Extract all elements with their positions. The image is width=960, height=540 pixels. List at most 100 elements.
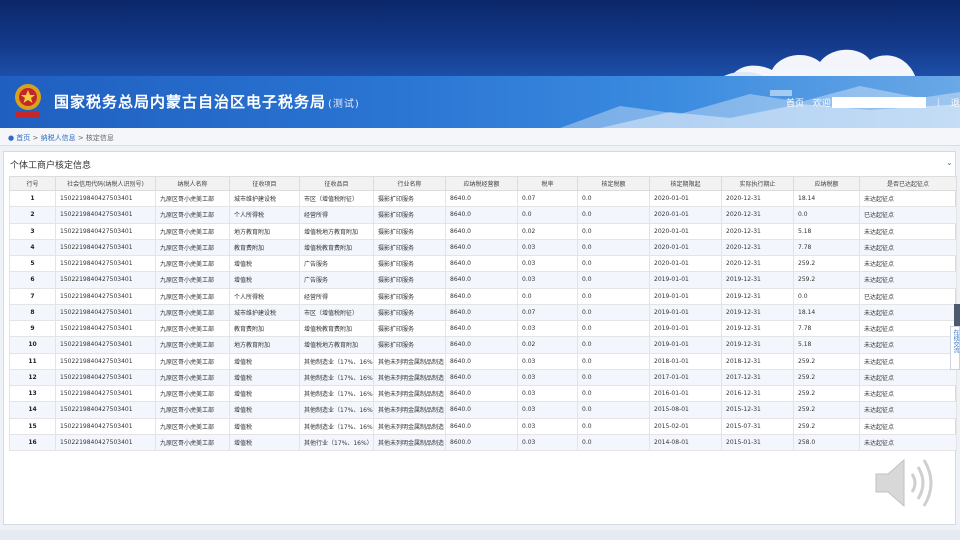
table-row[interactable]: 10 150221984042750340​1 九原区哥小虎美工部 地方教育附加 增值税… bbox=[9, 336, 957, 354]
table-cell: 150221984042750340​1 bbox=[55, 336, 156, 354]
table-cell: 0.0 bbox=[577, 271, 650, 289]
table-cell: 0.0 bbox=[577, 433, 650, 452]
table-cell: 2015-12-31 bbox=[721, 401, 794, 419]
table-row[interactable]: 11 150221984042750340​1 九原区哥小虎美工部 增值税 其他制造业（… bbox=[9, 352, 957, 370]
table-cell: 8640.0 bbox=[445, 319, 518, 338]
column-header: 行号 bbox=[9, 176, 56, 191]
nav-separator: | bbox=[936, 97, 940, 108]
table-cell: 0.0 bbox=[517, 287, 578, 305]
breadcrumb: ● 首页 > 纳税人信息 > 核定信息 bbox=[0, 128, 960, 146]
table-cell: 2019-01-01 bbox=[649, 336, 722, 354]
table-cell: 150221984042750340​1 bbox=[55, 254, 156, 273]
breadcrumb-home[interactable]: 首页 bbox=[16, 134, 30, 142]
table-cell: 150221984042750340​1 bbox=[55, 303, 156, 322]
site-title: 国家税务总局内蒙古自治区电子税务局 (测试) bbox=[54, 91, 360, 112]
table-row[interactable]: 3 150221984042750340​1 九原区哥小虎美工部 地方教育附加 增值税地… bbox=[9, 222, 957, 240]
table-cell: 0.0 bbox=[577, 352, 650, 370]
table-row[interactable]: 5 150221984042750340​1 九原区哥小虎美工部 增值税 广告服务 摄影扩… bbox=[9, 254, 957, 273]
table-cell: 2019-12-31 bbox=[721, 287, 794, 305]
table-cell: 1 bbox=[9, 189, 56, 208]
table-row[interactable]: 12 150221984042750340​1 九原区哥小虎美工部 增值税 其他制造业（… bbox=[9, 368, 957, 387]
table-cell: 2020-01-01 bbox=[649, 206, 722, 224]
location-pin-icon: ● bbox=[8, 134, 15, 142]
table-cell: 8640.0 bbox=[445, 254, 518, 273]
table-cell: 摄影扩印服务 bbox=[373, 238, 446, 257]
table-cell: 增值税 bbox=[229, 352, 300, 370]
table-cell: 5.18 bbox=[793, 222, 860, 240]
table-cell: 7.78 bbox=[793, 238, 860, 257]
table-cell: 市区（增值税附征） bbox=[299, 189, 374, 208]
table-cell: 150221984042750340​1 bbox=[55, 271, 156, 289]
table-cell: 6 bbox=[9, 271, 56, 289]
table-cell: 2020-01-01 bbox=[649, 238, 722, 257]
table-row[interactable]: 15 150221984042750340​1 九原区哥小虎美工部 增值税 其他制造业（… bbox=[9, 417, 957, 435]
table-cell: 8 bbox=[9, 303, 56, 322]
chevron-down-icon[interactable]: ⌄ bbox=[946, 158, 953, 167]
table-cell: 经营所得 bbox=[299, 206, 374, 224]
table-row[interactable]: 14 150221984042750340​1 九原区哥小虎美工部 增值税 其他制造业（… bbox=[9, 401, 957, 419]
table-cell: 150221984042750340​1 bbox=[55, 352, 156, 370]
table-row[interactable]: 4 150221984042750340​1 九原区哥小虎美工部 教育费附加 增值税教育… bbox=[9, 238, 957, 257]
table-cell: 2020-12-31 bbox=[721, 222, 794, 240]
table-cell: 0.03 bbox=[517, 433, 578, 452]
table-cell: 增值税教育费附加 bbox=[299, 319, 374, 338]
table-cell: 其他制造业（17%、16%… bbox=[299, 417, 374, 435]
table-cell: 广告服务 bbox=[299, 271, 374, 289]
speaker-icon[interactable] bbox=[872, 452, 938, 514]
table-cell: 8640.0 bbox=[445, 287, 518, 305]
breadcrumb-current: 核定信息 bbox=[85, 134, 114, 142]
home-link[interactable]: 首页 bbox=[786, 96, 804, 109]
column-header: 税率 bbox=[517, 176, 578, 191]
table-cell: 未达起征点 bbox=[859, 271, 957, 289]
welcome-label: 欢迎 bbox=[812, 99, 831, 109]
table-cell: 7 bbox=[9, 287, 56, 305]
breadcrumb-taxpayer-info[interactable]: 纳税人信息 bbox=[41, 134, 76, 142]
table-cell: 150221984042750340​1 bbox=[55, 222, 156, 240]
table-cell: 其他未列明金属制品制造 bbox=[373, 352, 446, 370]
table-cell: 0.07 bbox=[517, 303, 578, 322]
online-chat-tab[interactable]: 在线交流 bbox=[950, 326, 960, 370]
table-cell: 未达起征点 bbox=[859, 384, 957, 403]
table-cell: 0.02 bbox=[517, 222, 578, 240]
table-row[interactable]: 16 150221984042750340​1 九原区哥小虎美工部 增值税 其他行业（1… bbox=[9, 433, 957, 452]
table-cell: 未达起征点 bbox=[859, 336, 957, 354]
table-cell: 2019-01-01 bbox=[649, 319, 722, 338]
table-cell: 摄影扩印服务 bbox=[373, 319, 446, 338]
table-cell: 0.0 bbox=[577, 319, 650, 338]
table-cell: 地方教育附加 bbox=[229, 336, 300, 354]
table-cell: 摄影扩印服务 bbox=[373, 222, 446, 240]
table-cell: 九原区哥小虎美工部 bbox=[155, 384, 230, 403]
table-cell: 0.03 bbox=[517, 401, 578, 419]
table-row[interactable]: 7 150221984042750340​1 九原区哥小虎美工部 个人所得税 经营所得摄… bbox=[9, 287, 957, 305]
table-cell: 150221984042750340​1 bbox=[55, 287, 156, 305]
column-header: 应纳税经营额 bbox=[445, 176, 518, 191]
table-cell: 其他未列明金属制品制造 bbox=[373, 401, 446, 419]
table-row[interactable]: 2 150221984042750340​1 九原区哥小虎美工部 个人所得税 经营所得摄… bbox=[9, 206, 957, 224]
table-cell: 8640.0 bbox=[445, 189, 518, 208]
table-row[interactable]: 8 150221984042750340​1 九原区哥小虎美工部 城市维护建设税 市区（… bbox=[9, 303, 957, 322]
table-row[interactable]: 6 150221984042750340​1 九原区哥小虎美工部 增值税 广告服务 摄影扩… bbox=[9, 271, 957, 289]
table-row[interactable]: 13 150221984042750340​1 九原区哥小虎美工部 增值税 其他制造业（… bbox=[9, 384, 957, 403]
table-cell: 九原区哥小虎美工部 bbox=[155, 401, 230, 419]
table-cell: 2018-01-01 bbox=[649, 352, 722, 370]
table-cell: 增值税教育费附加 bbox=[299, 238, 374, 257]
table-cell: 其他行业（17%、16%） bbox=[299, 433, 374, 452]
table-cell: 2020-12-31 bbox=[721, 238, 794, 257]
column-header: 行业名称 bbox=[373, 176, 446, 191]
table-row[interactable]: 9 150221984042750340​1 九原区哥小虎美工部 教育费附加 增值税教育… bbox=[9, 319, 957, 338]
table-cell: 其他未列明金属制品制造 bbox=[373, 433, 446, 452]
table-row[interactable]: 1 150221984042750340​1 九原区哥小虎美工部 城市维护建设税 市区（… bbox=[9, 189, 957, 208]
table-cell: 259.2 bbox=[793, 352, 860, 370]
table-cell: 2020-12-31 bbox=[721, 206, 794, 224]
site-title-text: 国家税务总局内蒙古自治区电子税务局 bbox=[54, 93, 327, 111]
table-cell: 0.03 bbox=[517, 352, 578, 370]
logout-link[interactable]: 退出 bbox=[951, 96, 960, 109]
table-cell: 2020-01-01 bbox=[649, 222, 722, 240]
table-cell: 增值税 bbox=[229, 401, 300, 419]
table-cell: 未达起征点 bbox=[859, 238, 957, 257]
table-cell: 259.2 bbox=[793, 254, 860, 273]
table-cell: 18.14 bbox=[793, 303, 860, 322]
top-header-band bbox=[0, 0, 960, 78]
table-cell: 0.03 bbox=[517, 384, 578, 403]
table-cell: 未达起征点 bbox=[859, 433, 957, 452]
